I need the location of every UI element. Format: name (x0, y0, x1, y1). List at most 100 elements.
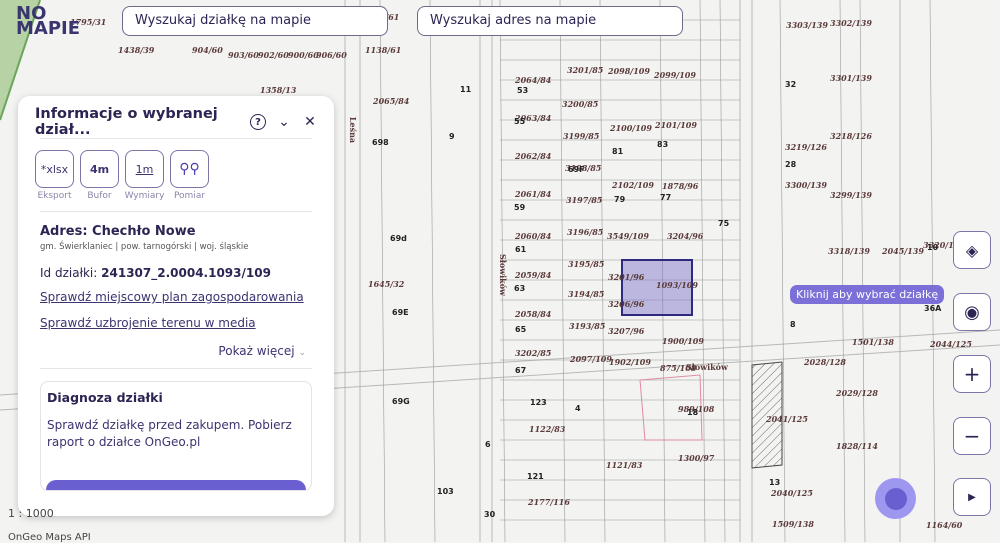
parcel-label: 2029/128 (836, 388, 878, 398)
address-title: Adres: Chechło Nowe (40, 224, 196, 239)
house-number: 32 (785, 80, 797, 89)
parcel-search-input[interactable]: Wyszukaj działkę na mapie (122, 6, 388, 36)
target-icon: ◉ (964, 301, 980, 323)
zoom-in-button[interactable]: + (953, 355, 991, 393)
utilities-link[interactable]: Sprawdź uzbrojenie terenu w media (18, 304, 334, 330)
parcel-label: 3201/85 (567, 65, 604, 75)
buffer-button[interactable]: 4m (80, 150, 119, 188)
parcel-label: 2102/109 (612, 180, 654, 190)
export-button[interactable]: *xlsx (35, 150, 74, 188)
parcel-label: 3299/139 (830, 190, 872, 200)
help-icon[interactable]: ? (250, 114, 266, 130)
show-more-button[interactable]: Pokaż więcej ⌄ (18, 330, 334, 368)
parcel-label: 1900/109 (662, 336, 704, 346)
house-number: 10 (927, 243, 939, 252)
parcel-label: 2064/84 (515, 75, 552, 85)
parcel-id: Id działki: 241307_2.0004.1093/109 (40, 266, 271, 280)
logo[interactable]: NO MAPIE (16, 5, 80, 38)
house-number: 698 (372, 138, 389, 147)
house-number: 63 (514, 284, 526, 293)
dimensions-button[interactable]: 1m (125, 150, 164, 188)
diagnosis-cta-button[interactable] (46, 480, 306, 490)
parcel-label: 2060/84 (515, 231, 552, 241)
parcel-label: 2100/109 (610, 123, 652, 133)
zoom-out-button[interactable]: − (953, 417, 991, 455)
parcel-label: 3197/85 (566, 195, 603, 205)
parcel-label: 904/60 (192, 45, 223, 55)
address-subtitle: gm. Świerklaniec | pow. tarnogórski | wo… (40, 242, 249, 252)
house-number: 4 (575, 404, 581, 413)
parcel-label: 3218/126 (830, 131, 872, 141)
parcel-label: 1138/61 (365, 45, 402, 55)
panel-title: Informacje o wybranej dział... (35, 106, 218, 138)
house-number: 79 (614, 195, 626, 204)
parcel-label: 3207/96 (608, 326, 645, 336)
expand-button[interactable]: ▶ (953, 478, 991, 516)
measure-tool[interactable]: ⚲⚲ Pomiar (170, 150, 209, 201)
chat-button[interactable] (875, 478, 916, 519)
house-number: 6 (485, 440, 491, 449)
house-number: 83 (657, 140, 669, 149)
house-number: 123 (530, 398, 547, 407)
export-tool[interactable]: *xlsx Eksport (35, 150, 74, 201)
parcel-label: 2041/125 (766, 414, 808, 424)
parcel-label: 3199/85 (563, 131, 600, 141)
dimensions-tool[interactable]: 1m Wymiary (125, 150, 164, 201)
parcel-label: 2065/84 (373, 96, 410, 106)
parcel-label: 1828/114 (836, 441, 878, 451)
parcel-label: 3549/109 (607, 231, 649, 241)
chevron-down-icon: ⌄ (298, 348, 306, 358)
parcel-label: 1878/96 (662, 181, 699, 191)
selected-parcel-label: 1093/109 (656, 280, 698, 290)
address-search-input[interactable]: Wyszukaj adres na mapie (417, 6, 683, 36)
parcel-label: 1300/97 (678, 453, 715, 463)
parcel-label: 900/60 (288, 50, 319, 60)
house-number: 36A (924, 304, 942, 313)
parcel-label: 1358/13 (260, 85, 297, 95)
house-number: 55 (514, 117, 526, 126)
measure-button[interactable]: ⚲⚲ (170, 150, 209, 188)
house-number: 69F (568, 165, 585, 174)
parcel-label: 906/60 (316, 50, 347, 60)
parcel-label: 3302/139 (830, 18, 872, 28)
street-label: Słowików (497, 254, 508, 296)
house-number: 65 (515, 325, 527, 334)
parcel-label: 3219/126 (785, 142, 827, 152)
parcel-label: 3196/85 (567, 227, 604, 237)
layers-icon: ◈ (965, 240, 979, 260)
layers-button[interactable]: ◈ (953, 231, 991, 269)
house-number: 9 (449, 132, 455, 141)
house-number: 77 (660, 193, 672, 202)
select-parcel-tooltip: Kliknij aby wybrać działkę (790, 285, 945, 304)
locate-button[interactable]: ◉ (953, 293, 991, 331)
parcel-label: 3301/139 (830, 73, 872, 83)
parcel-label: 1902/109 (609, 357, 651, 367)
parcel-label: 2044/125 (930, 339, 972, 349)
zoning-plan-link[interactable]: Sprawdź miejscowy plan zagospodarowania (18, 280, 334, 304)
parcel-label: 1438/39 (118, 45, 155, 55)
diagnosis-title: Diagnoza działki (47, 390, 163, 405)
attribution: OnGeo Maps API (8, 532, 91, 543)
house-number: 81 (612, 147, 624, 156)
parcel-label: 1645/32 (368, 279, 405, 289)
plus-icon: + (963, 362, 981, 386)
parcel-label: 903/60 (228, 50, 259, 60)
parcel-label: 2028/128 (804, 357, 846, 367)
parcel-label: 2062/84 (515, 151, 552, 161)
parcel-label: 3206/96 (608, 299, 645, 309)
parcel-label: 2177/116 (528, 497, 570, 507)
parcel-label: 3202/85 (515, 348, 552, 358)
parcel-label: 3193/85 (569, 321, 606, 331)
parcel-label: 3204/96 (667, 231, 704, 241)
parcel-label: 1164/60 (926, 520, 963, 530)
parcel-label: 2045/139 (882, 246, 924, 256)
house-number: 69d (390, 234, 407, 243)
close-icon[interactable]: ✕ (302, 114, 318, 130)
buffer-tool[interactable]: 4m Bufor (80, 150, 119, 201)
parcel-label: 3201/96 (608, 272, 645, 282)
parcel-label: 1509/138 (772, 519, 814, 529)
parcel-label: 2059/84 (515, 270, 552, 280)
house-number: 30 (484, 510, 496, 519)
house-number: 67 (515, 366, 527, 375)
chevron-down-icon[interactable]: ⌄ (276, 114, 292, 130)
